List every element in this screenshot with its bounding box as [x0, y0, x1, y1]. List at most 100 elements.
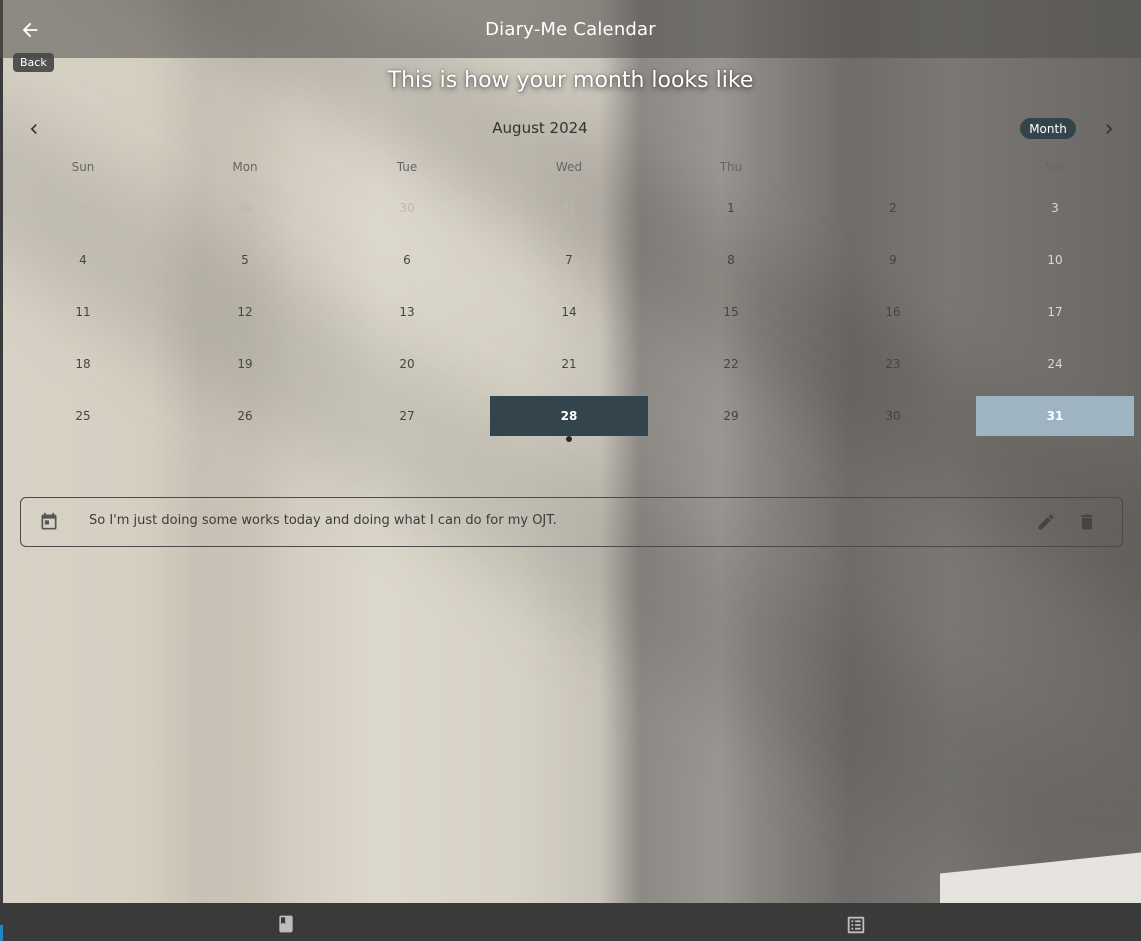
edit-button[interactable]: [1036, 512, 1056, 536]
calendar-day[interactable]: 25: [2, 390, 164, 442]
calendar-day[interactable]: 12: [164, 286, 326, 338]
chevron-left-icon: [30, 124, 37, 134]
day-number: 23: [885, 357, 901, 371]
calendar-day[interactable]: 22: [650, 338, 812, 390]
day-number: 6: [403, 253, 411, 267]
calendar-day[interactable]: 26: [164, 390, 326, 442]
weekday-header: Sun Mon Tue Wed Thu Sat: [2, 160, 1136, 178]
book-icon: [279, 915, 293, 933]
day-number: 31: [1046, 409, 1064, 423]
day-number: 17: [1047, 305, 1063, 319]
calendar-day[interactable]: 2: [812, 182, 974, 234]
calendar-day[interactable]: 18: [2, 338, 164, 390]
day-number: 29: [237, 201, 253, 215]
calendar-day[interactable]: 6: [326, 234, 488, 286]
day-number: 13: [399, 305, 415, 319]
day-number: 7: [565, 253, 573, 267]
weekday-label: Wed: [555, 160, 583, 174]
calendar-day[interactable]: 30: [326, 182, 488, 234]
day-number: 26: [237, 409, 253, 423]
window-edge: [0, 0, 3, 941]
arrow-left-icon: [22, 22, 38, 38]
day-number: 9: [889, 253, 897, 267]
month-label: August 2024: [492, 119, 588, 137]
calendar-day[interactable]: 13: [326, 286, 488, 338]
day-number: 11: [75, 305, 91, 319]
calendar-day[interactable]: 28: [2, 182, 164, 234]
day-number: 30: [885, 409, 901, 423]
day-number: 18: [75, 357, 91, 371]
calendar-day-selected[interactable]: 28: [488, 390, 650, 442]
calendar-day[interactable]: 17: [974, 286, 1136, 338]
weekday-label: Sat: [1045, 160, 1065, 174]
calendar-day[interactable]: 11: [2, 286, 164, 338]
event-entry-card[interactable]: So I'm just doing some works today and d…: [20, 497, 1123, 547]
weekday-label: Mon: [232, 160, 258, 174]
event-text: So I'm just doing some works today and d…: [89, 513, 557, 528]
calendar-day[interactable]: 5: [164, 234, 326, 286]
calendar-day[interactable]: 23: [812, 338, 974, 390]
calendar-day[interactable]: 3: [974, 182, 1136, 234]
day-number: 8: [727, 253, 735, 267]
calendar-day[interactable]: 31: [488, 182, 650, 234]
weekday-label: Tue: [396, 160, 418, 174]
calendar-day[interactable]: 29: [164, 182, 326, 234]
day-number: 25: [75, 409, 91, 423]
delete-button[interactable]: [1077, 512, 1097, 536]
day-number: 10: [1047, 253, 1063, 267]
previous-month-button[interactable]: [21, 116, 47, 142]
calendar-day[interactable]: 9: [812, 234, 974, 286]
weekday-label: [812, 160, 974, 178]
nav-list-button[interactable]: [845, 914, 867, 940]
calendar-day[interactable]: 21: [488, 338, 650, 390]
day-number: 5: [241, 253, 249, 267]
calendar-day[interactable]: 19: [164, 338, 326, 390]
weekday-label: Thu: [719, 160, 743, 174]
back-button[interactable]: [14, 14, 46, 46]
calendar-grid: 28 29 30 31 1 2 3 4 5 6 7 8 9 10 11 12 1…: [2, 182, 1136, 442]
calendar-day[interactable]: 14: [488, 286, 650, 338]
app-bar: Diary-Me Calendar: [0, 0, 1141, 58]
day-number: 24: [1047, 357, 1063, 371]
view-mode-toggle[interactable]: Month: [1020, 118, 1076, 139]
day-number: 12: [237, 305, 253, 319]
calendar-day[interactable]: 29: [650, 390, 812, 442]
day-number: 29: [723, 409, 739, 423]
nav-diary-button[interactable]: [276, 914, 296, 938]
day-number: 1: [727, 201, 735, 215]
day-number: 30: [399, 201, 415, 215]
day-number: 4: [79, 253, 87, 267]
page-subtitle: This is how your month looks like: [387, 68, 754, 93]
day-number: 16: [885, 305, 901, 319]
calendar-day[interactable]: 10: [974, 234, 1136, 286]
calendar-day[interactable]: 1: [650, 182, 812, 234]
calendar-day[interactable]: 27: [326, 390, 488, 442]
next-month-button[interactable]: [1096, 116, 1122, 142]
day-number: 19: [237, 357, 253, 371]
day-number: 21: [561, 357, 577, 371]
calendar-day[interactable]: 20: [326, 338, 488, 390]
calendar-day[interactable]: 7: [488, 234, 650, 286]
trash-icon: [1081, 514, 1093, 530]
day-number: 15: [723, 305, 739, 319]
calendar-day-today[interactable]: 31: [974, 390, 1136, 442]
calendar-day[interactable]: 16: [812, 286, 974, 338]
day-number: 28: [560, 409, 578, 423]
calendar-day[interactable]: 4: [2, 234, 164, 286]
nav-accent-bar: [0, 925, 3, 941]
calendar-day[interactable]: 24: [974, 338, 1136, 390]
event-marker-dot: [566, 436, 572, 442]
day-number: 28: [75, 201, 91, 215]
calendar-icon: [39, 512, 59, 536]
calendar-day[interactable]: 8: [650, 234, 812, 286]
weekday-label: Sun: [71, 160, 95, 174]
calendar-day[interactable]: 15: [650, 286, 812, 338]
calendar-day[interactable]: 30: [812, 390, 974, 442]
day-number: 31: [561, 201, 577, 215]
day-number: 27: [399, 409, 415, 423]
bottom-navigation: [0, 903, 1141, 941]
day-number: 14: [561, 305, 577, 319]
chevron-right-icon: [1106, 124, 1113, 134]
day-number: 22: [723, 357, 739, 371]
list-icon: [847, 916, 865, 934]
